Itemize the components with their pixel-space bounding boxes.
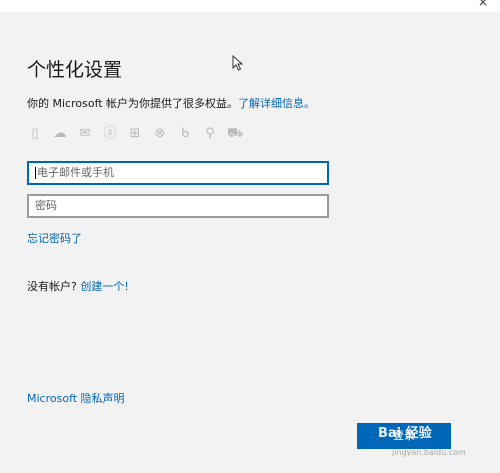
privacy-statement-link[interactable]: Microsoft 隐私声明: [27, 390, 125, 406]
no-account-row: 没有帐户? 创建一个!: [27, 278, 129, 294]
title-bar: ×: [0, 0, 500, 12]
password-placeholder: 密码: [35, 199, 57, 212]
service-icons: ▯ ☁ ✉ ⓢ ⊞ ⊗ ᑲ ⚲ ⛟: [27, 126, 243, 142]
office-icon: ▯: [31, 126, 39, 141]
create-account-link[interactable]: 创建一个!: [80, 280, 128, 293]
outlook-icon: ✉: [79, 126, 91, 141]
text-caret: [35, 167, 36, 179]
email-field[interactable]: 电子邮件或手机: [27, 161, 329, 185]
learn-more-link[interactable]: 了解详细信息。: [238, 97, 315, 110]
store-icon: ⛟: [227, 126, 244, 141]
forgot-password-link[interactable]: 忘记密码了: [27, 230, 82, 246]
description: 你的 Microsoft 帐户为你提供了很多权益。了解详细信息。: [27, 95, 315, 111]
windows-icon: ⊞: [129, 126, 141, 141]
description-text: 你的 Microsoft 帐户为你提供了很多权益。: [27, 97, 239, 110]
watermark-url: jingyan.baidu.com: [392, 448, 466, 457]
email-placeholder: 电子邮件或手机: [37, 166, 114, 179]
watermark-logo: Bai 经验: [378, 426, 432, 441]
bing-icon: ᑲ: [180, 126, 190, 141]
sign-in-dialog: × 个性化设置 你的 Microsoft 帐户为你提供了很多权益。了解详细信息。…: [0, 0, 500, 473]
password-field[interactable]: 密码: [27, 194, 329, 218]
mouse-pointer-icon: [232, 55, 244, 71]
xbox-icon: ⊗: [154, 126, 166, 141]
no-account-text: 没有帐户?: [27, 280, 77, 293]
onedrive-icon: ☁: [53, 126, 67, 141]
msn-icon: ⚲: [205, 126, 215, 141]
page-title: 个性化设置: [27, 59, 123, 81]
close-button[interactable]: ×: [474, 0, 492, 10]
skype-icon: ⓢ: [103, 126, 117, 141]
